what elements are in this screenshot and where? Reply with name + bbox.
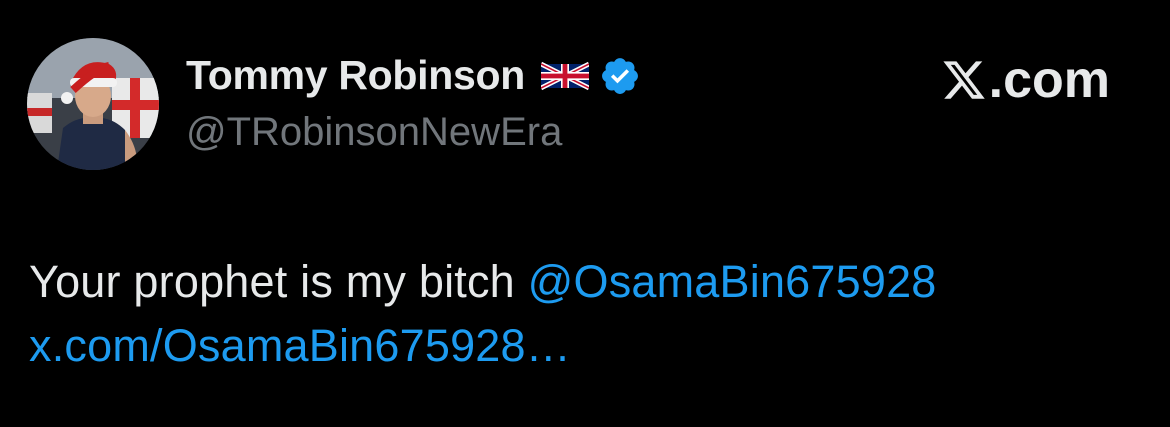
x-logo-icon: [941, 56, 987, 102]
author-line: Tommy Robinson: [186, 52, 641, 99]
tweet-url-link[interactable]: x.com/OsamaBin675928…: [29, 320, 571, 371]
avatar[interactable]: [27, 38, 159, 170]
brand-label: .com: [988, 51, 1110, 109]
mention-link[interactable]: @OsamaBin675928: [528, 256, 937, 307]
tweet-card[interactable]: Tommy Robinson @TRobinsonNewEra .com You…: [0, 0, 1170, 427]
uk-flag-icon: [539, 61, 591, 91]
brand-x-com: .com: [941, 50, 1110, 110]
verified-badge-icon: [599, 55, 641, 97]
avatar-image: [27, 38, 159, 170]
author-handle[interactable]: @TRobinsonNewEra: [186, 110, 562, 155]
tweet-text: Your prophet is my bitch @OsamaBin675928…: [29, 250, 1139, 378]
tweet-body: Your prophet is my bitch: [29, 256, 515, 307]
display-name[interactable]: Tommy Robinson: [186, 52, 525, 99]
